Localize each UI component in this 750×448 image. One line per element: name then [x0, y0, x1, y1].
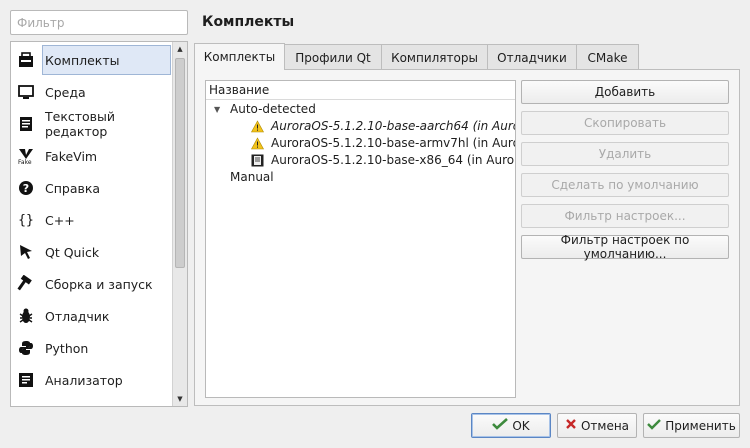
tree-group-auto-detected[interactable]: ▼ Auto-detected	[206, 101, 515, 118]
settings-filter-button[interactable]: Фильтр настроек...	[521, 204, 729, 228]
tree-row[interactable]: AuroraOS-5.1.2.10-base-armv7hl (in Auror…	[206, 135, 515, 152]
ok-button[interactable]: OK	[471, 413, 551, 438]
device-icon	[251, 154, 264, 167]
kits-tree[interactable]: Название ▼ Auto-detected AuroraOS-5.1.2.…	[205, 80, 516, 398]
svg-text:?: ?	[23, 182, 29, 195]
scrollbar-thumb[interactable]	[175, 58, 185, 268]
sidebar-item-label: Текстовый редактор	[45, 109, 116, 139]
analyzer-icon	[17, 371, 35, 389]
sidebar-item-label: Справка	[45, 180, 101, 196]
tree-group-manual[interactable]: Manual	[206, 169, 515, 186]
tab-compilers[interactable]: Компиляторы	[381, 44, 488, 70]
kit-label: AuroraOS-5.1.2.10-base-armv7hl (in Auror…	[271, 136, 516, 150]
python-icon	[17, 339, 35, 357]
cancel-x-icon	[565, 418, 577, 433]
help-icon: ?	[17, 179, 35, 197]
sidebar-item-label: Среда	[45, 84, 86, 100]
sidebar-item-label: FakeVim	[45, 148, 98, 164]
kit-label: AuroraOS-5.1.2.10-base-aarch64 (in Auror…	[271, 119, 516, 133]
sidebar-item-label: Сборка и запуск	[45, 276, 153, 292]
tree-row[interactable]: AuroraOS-5.1.2.10-base-aarch64 (in Auror…	[206, 118, 515, 135]
scroll-up-icon[interactable]: ▲	[173, 42, 187, 56]
sidebar-item-label: C++	[45, 212, 75, 228]
collapse-arrow-icon[interactable]: ▼	[214, 101, 220, 118]
sidebar-item-kits[interactable]: Комплекты	[11, 44, 172, 76]
ok-label: OK	[512, 418, 530, 433]
sidebar-item-cpp[interactable]: {} C++	[11, 204, 172, 236]
tab-qt-profiles[interactable]: Профили Qt	[284, 44, 382, 70]
bug-icon	[17, 307, 35, 325]
fakevim-icon: Fake	[17, 147, 35, 165]
sidebar-item-python[interactable]: Python	[11, 332, 172, 364]
page-title: Комплекты	[202, 14, 295, 30]
warning-icon	[251, 137, 264, 150]
sidebar-item-fakevim[interactable]: Fake FakeVim	[11, 140, 172, 172]
sidebar-item-help[interactable]: ? Справка	[11, 172, 172, 204]
cpp-braces-icon: {}	[18, 212, 34, 228]
copy-button[interactable]: Скопировать	[521, 111, 729, 135]
sidebar-scrollbar[interactable]: ▲ ▼	[172, 42, 187, 406]
tree-row[interactable]: AuroraOS-5.1.2.10-base-x86_64 (in Auror	[206, 152, 515, 169]
sidebar-item-text-editor[interactable]: Текстовый редактор	[11, 108, 172, 140]
sidebar-item-debugger[interactable]: Отладчик	[11, 300, 172, 332]
cancel-label: Отмена	[580, 418, 630, 433]
kits-icon	[17, 51, 35, 69]
tree-group-label: Auto-detected	[230, 102, 316, 116]
sidebar-item-qt-quick[interactable]: Qt Quick	[11, 236, 172, 268]
sidebar-item-build-run[interactable]: Сборка и запуск	[11, 268, 172, 300]
remove-button[interactable]: Удалить	[521, 142, 729, 166]
add-button[interactable]: Добавить	[521, 80, 729, 104]
tab-cmake[interactable]: CMake	[576, 44, 639, 70]
category-sidebar: Комплекты Среда Текстовый редактор Fake …	[10, 41, 188, 407]
sidebar-item-label: Комплекты	[45, 52, 120, 68]
hammer-icon	[17, 275, 35, 293]
make-default-button[interactable]: Сделать по умолчанию	[521, 173, 729, 197]
apply-check-icon	[647, 418, 662, 433]
sidebar-item-label: Анализатор	[45, 372, 123, 388]
text-editor-icon	[17, 115, 35, 133]
sidebar-item-label: Python	[45, 340, 89, 356]
apply-label: Применить	[665, 418, 736, 433]
svg-text:Fake: Fake	[18, 159, 32, 165]
sidebar-item-environment[interactable]: Среда	[11, 76, 172, 108]
tab-kits[interactable]: Комплекты	[194, 43, 285, 70]
qt-quick-icon	[17, 243, 35, 261]
sidebar-item-label: Отладчик	[45, 308, 110, 324]
tree-group-label: Manual	[230, 170, 274, 184]
tab-debuggers[interactable]: Отладчики	[487, 44, 577, 70]
default-settings-filter-button[interactable]: Фильтр настроек по умолчанию...	[521, 233, 729, 261]
monitor-icon	[17, 83, 35, 101]
tree-column-header[interactable]: Название	[206, 81, 515, 100]
kits-panel: Название ▼ Auto-detected AuroraOS-5.1.2.…	[194, 69, 740, 406]
kit-label: AuroraOS-5.1.2.10-base-x86_64 (in Auror	[271, 153, 516, 167]
sidebar-item-label: Qt Quick	[45, 244, 100, 260]
apply-button[interactable]: Применить	[643, 413, 740, 438]
ok-check-icon	[492, 417, 509, 434]
warning-icon	[251, 120, 264, 133]
cancel-button[interactable]: Отмена	[557, 413, 637, 438]
scroll-down-icon[interactable]: ▼	[173, 392, 187, 406]
tab-bar: Комплекты Профили Qt Компиляторы Отладчи…	[194, 43, 639, 70]
sidebar-item-analyzer[interactable]: Анализатор	[11, 364, 172, 396]
filter-input[interactable]	[10, 10, 188, 35]
